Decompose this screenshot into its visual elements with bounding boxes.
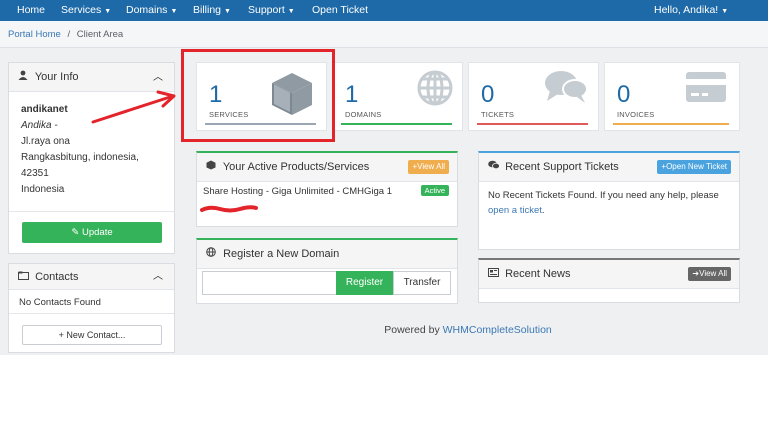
recent-tickets-panel: Recent Support Tickets +Open New Ticket …: [478, 151, 740, 250]
nav-services[interactable]: Services ▼: [61, 0, 111, 21]
news-header: Recent News ➔View All: [479, 260, 739, 289]
contacts-header[interactable]: Contacts ︿: [9, 264, 174, 290]
register-domain-header: Register a New Domain: [197, 240, 457, 269]
tickets-label: TICKETS: [481, 110, 515, 119]
stat-tile-tickets[interactable]: 0 TICKETS: [468, 62, 599, 131]
caret-down-icon: ▼: [721, 8, 729, 15]
top-navbar: Home Services ▼ Domains ▼ Billing ▼ Support…: [0, 0, 768, 21]
folder-icon: [18, 264, 32, 290]
news-view-all-button[interactable]: ➔View All: [688, 267, 731, 281]
recent-news-panel: Recent News ➔View All: [478, 258, 740, 303]
tickets-empty-message: No Recent Tickets Found. If you need any…: [488, 190, 719, 216]
open-ticket-link[interactable]: open a ticket: [488, 205, 542, 216]
register-domain-panel: Register a New Domain Register Transfer: [196, 238, 458, 304]
info-address: Jl.raya ona: [21, 136, 70, 147]
product-name: Share Hosting - Giga Unlimited - CMHGiga…: [203, 186, 393, 197]
invoices-underline: [613, 123, 729, 125]
products-view-all-button[interactable]: +View All: [408, 160, 449, 174]
breadcrumb-separator: /: [67, 29, 71, 40]
new-contact-button[interactable]: + New Contact...: [22, 325, 162, 345]
breadcrumb-home-link[interactable]: Portal Home: [8, 29, 61, 40]
footer-link[interactable]: WHMCompleteSolution: [443, 324, 552, 336]
status-badge: Active: [420, 185, 449, 196]
nav-open-ticket[interactable]: Open Ticket: [312, 0, 368, 21]
user-icon: [18, 63, 32, 92]
caret-down-icon: ▼: [224, 8, 231, 15]
contacts-empty: No Contacts Found: [9, 290, 174, 314]
annotation-scribble: [200, 205, 258, 213]
transfer-button[interactable]: Transfer: [393, 271, 451, 295]
register-button[interactable]: Register: [336, 271, 393, 295]
info-country: Indonesia: [21, 184, 65, 195]
breadcrumb-current: Client Area: [76, 29, 124, 40]
breadcrumb: Portal Home / Client Area: [0, 21, 768, 48]
credit-card-icon: [686, 72, 726, 102]
info-postcode: 42351: [21, 168, 49, 179]
contacts-title: Contacts: [35, 271, 79, 283]
client-area: Home Services ▼ Domains ▼ Billing ▼ Support…: [0, 0, 768, 355]
nav-domains[interactable]: Domains ▼: [126, 0, 177, 21]
tickets-underline: [477, 123, 588, 125]
tickets-title: Recent Support Tickets: [505, 161, 619, 173]
footer: Powered by WHMCompleteSolution: [196, 324, 740, 336]
news-title: Recent News: [505, 268, 571, 280]
domains-underline: [341, 123, 452, 125]
globe-icon: [417, 70, 453, 106]
contacts-panel: Contacts ︿ No Contacts Found + New Conta…: [8, 263, 175, 353]
pencil-icon: ✎: [71, 227, 80, 238]
info-city: Rangkasbitung, indonesia,: [21, 152, 139, 163]
your-info-title: Your Info: [34, 71, 79, 83]
nav-user-menu[interactable]: Hello, Andika! ▼: [654, 0, 728, 21]
tickets-count: 0: [481, 81, 495, 108]
caret-down-icon: ▼: [104, 8, 112, 15]
invoices-count: 0: [617, 81, 631, 108]
stat-tile-domains[interactable]: 1 DOMAINS: [332, 62, 463, 131]
divider: [9, 211, 174, 212]
globe-small-icon: [206, 240, 220, 269]
stat-tile-invoices[interactable]: 0 INVOICES: [604, 62, 740, 131]
invoices-label: INVOICES: [617, 110, 655, 119]
cube-small-icon: [206, 153, 220, 182]
newspaper-icon: [488, 260, 502, 289]
tickets-header: Recent Support Tickets +Open New Ticket: [479, 153, 739, 182]
active-products-panel: Your Active Products/Services +View All …: [196, 151, 458, 227]
domain-search-input[interactable]: [202, 271, 337, 295]
annotation-highlight-box: [181, 49, 335, 142]
caret-down-icon: ▼: [287, 8, 295, 15]
products-title: Your Active Products/Services: [222, 161, 370, 173]
products-header: Your Active Products/Services +View All: [197, 153, 457, 182]
comments-icon: [545, 71, 588, 103]
nav-billing[interactable]: Billing ▼: [193, 0, 231, 21]
domains-label: DOMAINS: [345, 110, 382, 119]
chevron-up-icon[interactable]: ︿: [153, 264, 163, 290]
register-domain-title: Register a New Domain: [223, 248, 340, 260]
caret-down-icon: ▼: [170, 8, 178, 15]
open-new-ticket-button[interactable]: +Open New Ticket: [657, 160, 731, 174]
nav-support[interactable]: Support ▼: [248, 0, 295, 21]
comments-small-icon: [488, 153, 502, 182]
update-button[interactable]: ✎ Update: [22, 222, 162, 243]
footer-prefix: Powered by: [384, 324, 443, 336]
annotation-arrow-icon: [91, 90, 176, 124]
nav-home[interactable]: Home: [17, 0, 45, 21]
domains-count: 1: [345, 81, 359, 108]
